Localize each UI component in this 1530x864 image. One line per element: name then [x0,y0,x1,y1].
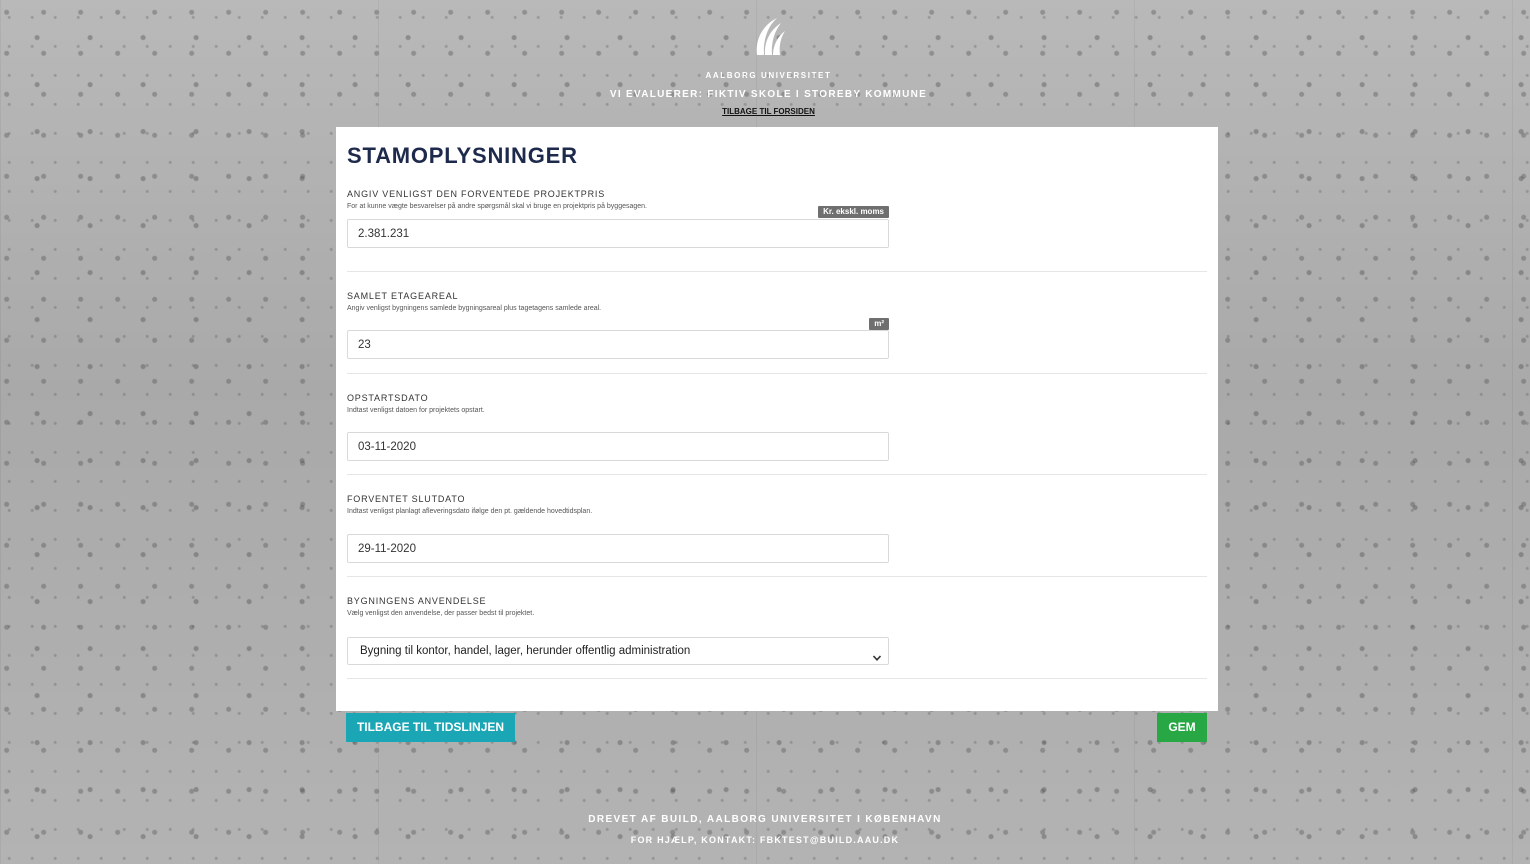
save-button[interactable]: GEM [1157,713,1207,742]
chevron-down-icon [872,647,882,661]
project-price-input[interactable] [347,219,889,248]
back-to-frontpage-link[interactable]: TILBAGE TIL FORSIDEN [722,107,815,116]
evaluation-subject: VI EVALUERER: FIKTIV SKOLE I STOREBY KOM… [609,89,928,100]
end-date-field: FORVENTET SLUTDATO Indtast venligst plan… [347,475,1207,577]
field-help: Angiv venligst bygningens samlede bygnin… [347,305,602,312]
field-label: BYGNINGENS ANVENDELSE [347,596,487,606]
page-header: AALBORG UNIVERSITET VI EVALUERER: FIKTIV… [7,15,1530,119]
field-help: Indtast venligst planlagt afleveringsdat… [347,508,593,515]
building-use-selected: Bygning til kontor, handel, lager, herun… [360,645,691,657]
footer-contact: FOR HJÆLP, KONTAKT: FBKTEST@BUILD.AAU.DK [630,835,900,845]
end-date-input[interactable] [347,534,889,563]
building-use-select[interactable]: Bygning til kontor, handel, lager, herun… [347,637,889,665]
unit-badge: Kr. ekskl. moms [818,206,889,218]
field-help: Vælg venligst den anvendelse, der passer… [347,610,535,617]
field-label: OPSTARTSDATO [347,393,429,403]
start-date-field: OPSTARTSDATO Indtast venligst datoen for… [347,374,1207,475]
stamdata-card: STAMOPLYSNINGER ANGIV VENLIGST DEN FORVE… [336,127,1218,711]
building-use-field: BYGNINGENS ANVENDELSE Vælg venligst den … [347,577,1207,679]
field-help: Indtast venligst datoen for projektets o… [347,407,485,414]
aau-logo-icon [747,15,791,59]
university-name: AALBORG UNIVERSITET [705,71,832,80]
floor-area-input[interactable] [347,330,889,359]
field-label: ANGIV VENLIGST DEN FORVENTEDE PROJEKTPRI… [347,189,606,199]
field-label: SAMLET ETAGEAREAL [347,291,459,301]
unit-badge: m² [869,318,889,330]
field-label: FORVENTET SLUTDATO [347,494,466,504]
page-title: STAMOPLYSNINGER [347,143,578,168]
form-fields: ANGIV VENLIGST DEN FORVENTEDE PROJEKTPRI… [347,189,1207,679]
project-price-field: ANGIV VENLIGST DEN FORVENTEDE PROJEKTPRI… [347,189,1207,272]
start-date-input[interactable] [347,432,889,461]
footer-powered-by: DREVET AF BUILD, AALBORG UNIVERSITET I K… [588,814,942,825]
back-to-timeline-button[interactable]: TILBAGE TIL TIDSLINJEN [346,713,515,742]
floor-area-field: SAMLET ETAGEAREAL Angiv venligst bygning… [347,272,1207,374]
page-footer: DREVET AF BUILD, AALBORG UNIVERSITET I K… [0,814,1530,845]
field-help: For at kunne vægte besvarelser på andre … [347,203,647,210]
